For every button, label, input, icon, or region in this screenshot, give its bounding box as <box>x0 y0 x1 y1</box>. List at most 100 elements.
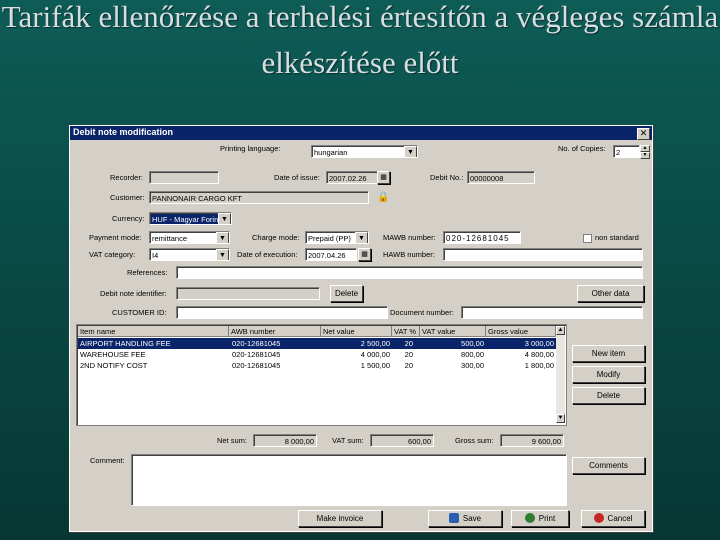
print-button-label: Print <box>538 514 556 523</box>
currency-select[interactable]: HUF - Magyar Forint ▼ <box>149 212 232 225</box>
chevron-down-icon[interactable]: ▼ <box>404 146 417 157</box>
printing-language-label: Printing language: <box>220 144 281 153</box>
comments-button[interactable]: Comments <box>572 457 645 474</box>
stepper-up-icon[interactable]: ▲ <box>640 145 650 152</box>
debit-no-label: Debit No.: <box>430 173 464 182</box>
customer-id-label: CUSTOMER ID: <box>112 308 167 317</box>
vat-sum-label: VAT sum: <box>332 436 364 445</box>
currency-label: Currency: <box>112 214 145 223</box>
recorder-label: Recorder: <box>110 173 143 182</box>
table-row[interactable]: WAREHOUSE FEE 020-12681045 4 000,00 20 8… <box>78 349 556 360</box>
date-of-issue-field: 2007.02.26 <box>326 171 381 184</box>
customer-field: PANNONAIR CARGO KFT <box>149 191 369 204</box>
awb-number-cell: 020-12681045 <box>232 361 281 370</box>
printing-language-select[interactable]: hungarian ▼ <box>311 145 418 158</box>
vat-percent-cell: 20 <box>404 339 413 348</box>
vat-value-cell: 500,00 <box>461 339 484 348</box>
gross-value-cell: 3 000,00 <box>524 339 554 348</box>
chevron-down-icon[interactable]: ▼ <box>216 232 229 243</box>
charge-mode-value: Prepaid (PP) <box>308 234 351 243</box>
table-row[interactable]: AIRPORT HANDLING FEE 020-12681045 2 500,… <box>78 338 556 349</box>
calendar-icon[interactable]: ▦ <box>358 248 371 261</box>
vat-percent-cell: 20 <box>404 350 413 359</box>
window-titlebar: Debit note modification ✕ <box>70 126 652 140</box>
document-number-field[interactable] <box>461 306 643 319</box>
debit-identifier-label: Debit note identifier: <box>100 289 167 298</box>
document-number-label: Document number: <box>390 308 454 317</box>
net-sum-field: 8 000,00 <box>253 434 317 447</box>
chevron-down-icon[interactable]: ▼ <box>355 232 368 243</box>
items-table[interactable]: Item name AWB number Net value VAT % VAT… <box>76 324 567 426</box>
comment-textarea[interactable] <box>131 454 567 506</box>
chevron-down-icon[interactable]: ▼ <box>218 213 231 224</box>
customer-id-field[interactable] <box>176 306 388 319</box>
payment-mode-value: remittance <box>152 234 188 243</box>
charge-mode-label: Charge mode: <box>252 233 300 242</box>
num-copies-value: 2 <box>616 148 621 157</box>
cancel-icon <box>593 513 604 523</box>
comment-label: Comment: <box>90 456 125 465</box>
cancel-button-label: Cancel <box>607 514 633 523</box>
make-invoice-button[interactable]: Make invoice <box>298 510 382 527</box>
net-value-cell: 4 000,00 <box>360 350 390 359</box>
gross-sum-field: 9 600,00 <box>500 434 564 447</box>
column-header-net-value[interactable]: Net value <box>321 326 392 337</box>
print-button[interactable]: Print <box>511 510 569 527</box>
awb-number-cell: 020-12681045 <box>232 339 281 348</box>
window-title: Debit note modification <box>73 127 173 137</box>
checkmark-icon <box>524 513 535 523</box>
date-of-execution-field[interactable]: 2007.04.26 <box>305 248 357 261</box>
stepper-down-icon[interactable]: ▼ <box>640 152 650 159</box>
table-row[interactable]: 2ND NOTIFY COST 020-12681045 1 500,00 20… <box>78 360 556 371</box>
references-field[interactable] <box>176 266 643 279</box>
other-data-button[interactable]: Other data <box>577 285 644 302</box>
charge-mode-select[interactable]: Prepaid (PP) ▼ <box>305 231 369 244</box>
item-name-cell: AIRPORT HANDLING FEE <box>80 339 171 348</box>
mawb-number-label: MAWB number: <box>383 233 436 242</box>
net-value-cell: 1 500,00 <box>360 361 390 370</box>
payment-mode-select[interactable]: remittance ▼ <box>149 231 230 244</box>
lock-icon: 🔒 <box>377 192 390 203</box>
hawb-number-label: HAWB number: <box>383 250 435 259</box>
column-header-item-name[interactable]: Item name <box>78 326 229 337</box>
scroll-down-icon[interactable]: ▼ <box>556 414 565 423</box>
modify-button[interactable]: Modify <box>572 366 645 383</box>
non-standard-label: non standard <box>595 233 639 242</box>
vat-value-cell: 300,00 <box>461 361 484 370</box>
column-header-gross-value[interactable]: Gross value <box>486 326 556 337</box>
column-header-awb-number[interactable]: AWB number <box>229 326 321 337</box>
table-scrollbar[interactable]: ▲ ▼ <box>556 326 565 423</box>
num-copies-label: No. of Copies: <box>558 144 606 153</box>
vat-category-select[interactable]: I4 ▼ <box>149 248 230 261</box>
delete-item-button[interactable]: Delete <box>572 387 645 404</box>
new-item-button[interactable]: New item <box>572 345 645 362</box>
scroll-up-icon[interactable]: ▲ <box>556 326 565 335</box>
cancel-button[interactable]: Cancel <box>581 510 645 527</box>
column-header-vat-value[interactable]: VAT value <box>420 326 486 337</box>
printing-language-value: hungarian <box>314 148 348 157</box>
chevron-down-icon[interactable]: ▼ <box>216 249 229 260</box>
save-button[interactable]: Save <box>428 510 502 527</box>
references-label: References: <box>127 268 168 277</box>
close-icon[interactable]: ✕ <box>637 128 650 140</box>
debit-identifier-field <box>176 287 320 300</box>
mawb-number-field[interactable]: 020-12681045 <box>443 231 521 244</box>
customer-label: Customer: <box>110 193 145 202</box>
hawb-number-field[interactable] <box>443 248 643 261</box>
vat-percent-cell: 20 <box>404 361 413 370</box>
date-of-issue-label: Date of issue: <box>274 173 320 182</box>
column-header-vat-percent[interactable]: VAT % <box>392 326 420 337</box>
net-value-cell: 2 500,00 <box>360 339 390 348</box>
save-icon <box>448 513 459 523</box>
delete-identifier-button[interactable]: Delete <box>330 285 363 302</box>
num-copies-stepper[interactable]: 2 <box>613 145 640 158</box>
gross-value-cell: 1 800,00 <box>524 361 554 370</box>
non-standard-checkbox[interactable] <box>583 234 592 243</box>
recorder-field <box>149 171 219 184</box>
item-name-cell: 2ND NOTIFY COST <box>80 361 148 370</box>
debit-note-window: Debit note modification ✕ Printing langu… <box>69 125 653 532</box>
calendar-icon[interactable]: ▦ <box>377 171 390 184</box>
vat-value-cell: 800,00 <box>461 350 484 359</box>
awb-number-cell: 020-12681045 <box>232 350 281 359</box>
save-button-label: Save <box>462 514 482 523</box>
